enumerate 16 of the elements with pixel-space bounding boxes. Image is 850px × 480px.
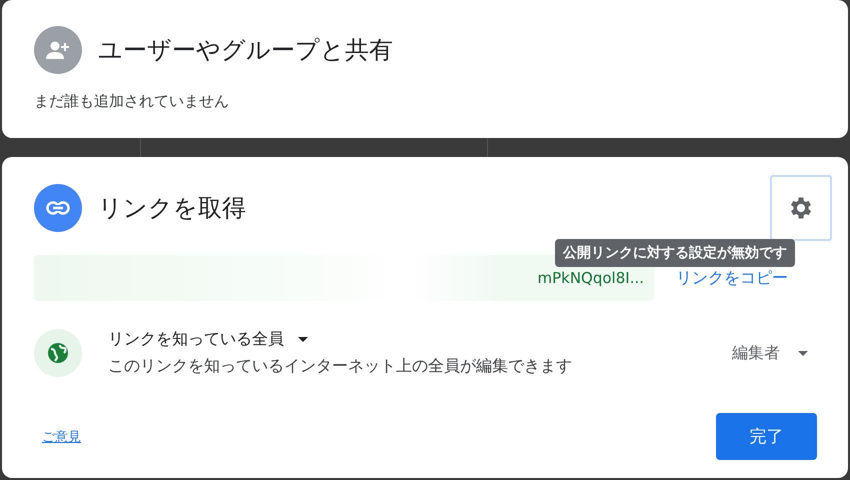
role-dropdown[interactable]: 編集者 xyxy=(732,342,808,364)
empty-message: まだ誰も追加されていません xyxy=(34,92,230,111)
settings-button[interactable] xyxy=(770,175,832,241)
feedback-link[interactable]: ご意見 xyxy=(42,428,81,446)
panel-title: ユーザーやグループと共有 xyxy=(98,35,393,66)
access-description: このリンクを知っているインターネット上の全員が編集できます xyxy=(108,356,572,377)
add-person-icon xyxy=(34,26,82,74)
copy-link[interactable]: リンクをコピー xyxy=(676,268,788,289)
link-icon xyxy=(34,184,82,232)
panel-title: リンクを取得 xyxy=(98,193,246,224)
caret-icon xyxy=(298,337,308,342)
tooltip: 公開リンクに対する設定が無効です xyxy=(555,239,795,267)
access-dropdown[interactable]: リンクを知っている全員 xyxy=(108,329,572,350)
caret-icon xyxy=(798,350,808,356)
done-button[interactable]: 完了 xyxy=(716,413,817,460)
globe-icon xyxy=(34,329,82,377)
